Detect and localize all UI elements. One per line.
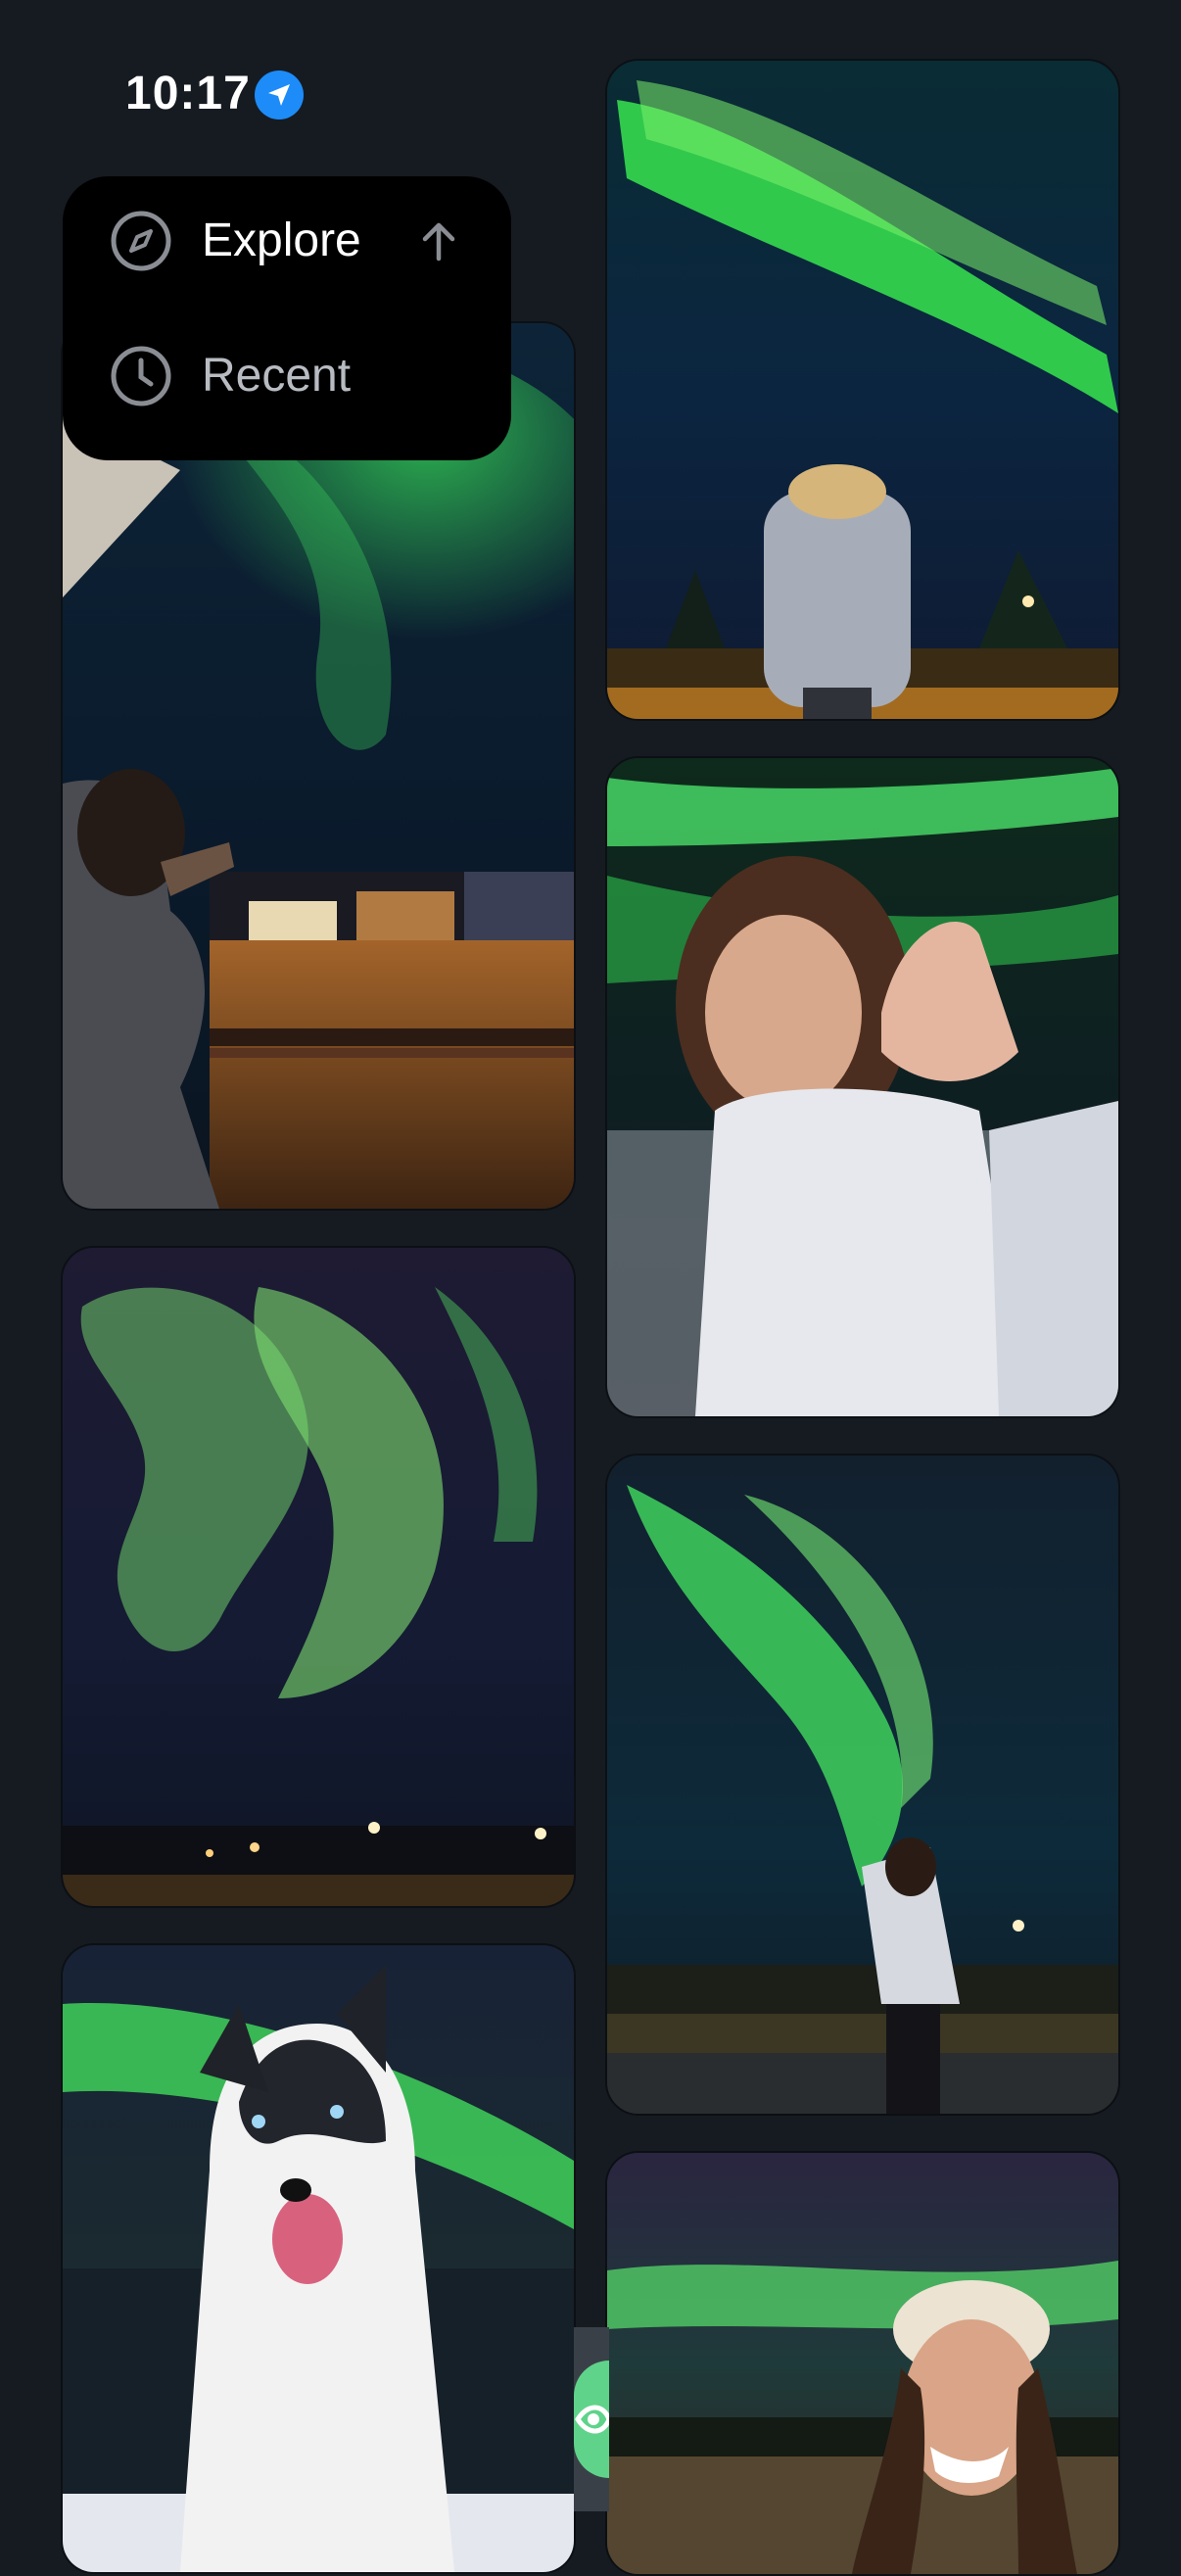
menu-item-explore[interactable]: Explore <box>110 202 462 280</box>
compass-icon <box>111 211 171 271</box>
eye-icon <box>575 2405 612 2434</box>
menu-item-label: Recent <box>202 350 352 402</box>
menu-item-recent[interactable]: Recent <box>110 337 462 415</box>
photo-aurora-man-back <box>607 61 1118 719</box>
photo-tile[interactable] <box>61 1943 576 2574</box>
clock-icon <box>111 346 171 406</box>
photo-aurora-woman-ring <box>607 758 1118 1416</box>
side-panel-button[interactable] <box>574 2361 612 2478</box>
photo-tile[interactable] <box>61 1246 576 1908</box>
photo-husky-aurora <box>63 1945 574 2572</box>
status-time: 10:17 <box>125 68 251 119</box>
photo-aurora-woman-beanie <box>607 2153 1118 2574</box>
photo-tile[interactable] <box>605 2151 1120 2576</box>
photo-tile[interactable] <box>605 756 1120 1418</box>
arrow-up-icon <box>422 222 455 262</box>
location-arrow-icon <box>255 71 304 119</box>
photo-tile[interactable] <box>605 59 1120 721</box>
photo-aurora-woman-road <box>607 1455 1118 2114</box>
menu-item-label: Explore <box>202 215 361 266</box>
photo-tile[interactable] <box>605 1454 1120 2116</box>
photo-aurora-streetlights <box>63 1248 574 1906</box>
